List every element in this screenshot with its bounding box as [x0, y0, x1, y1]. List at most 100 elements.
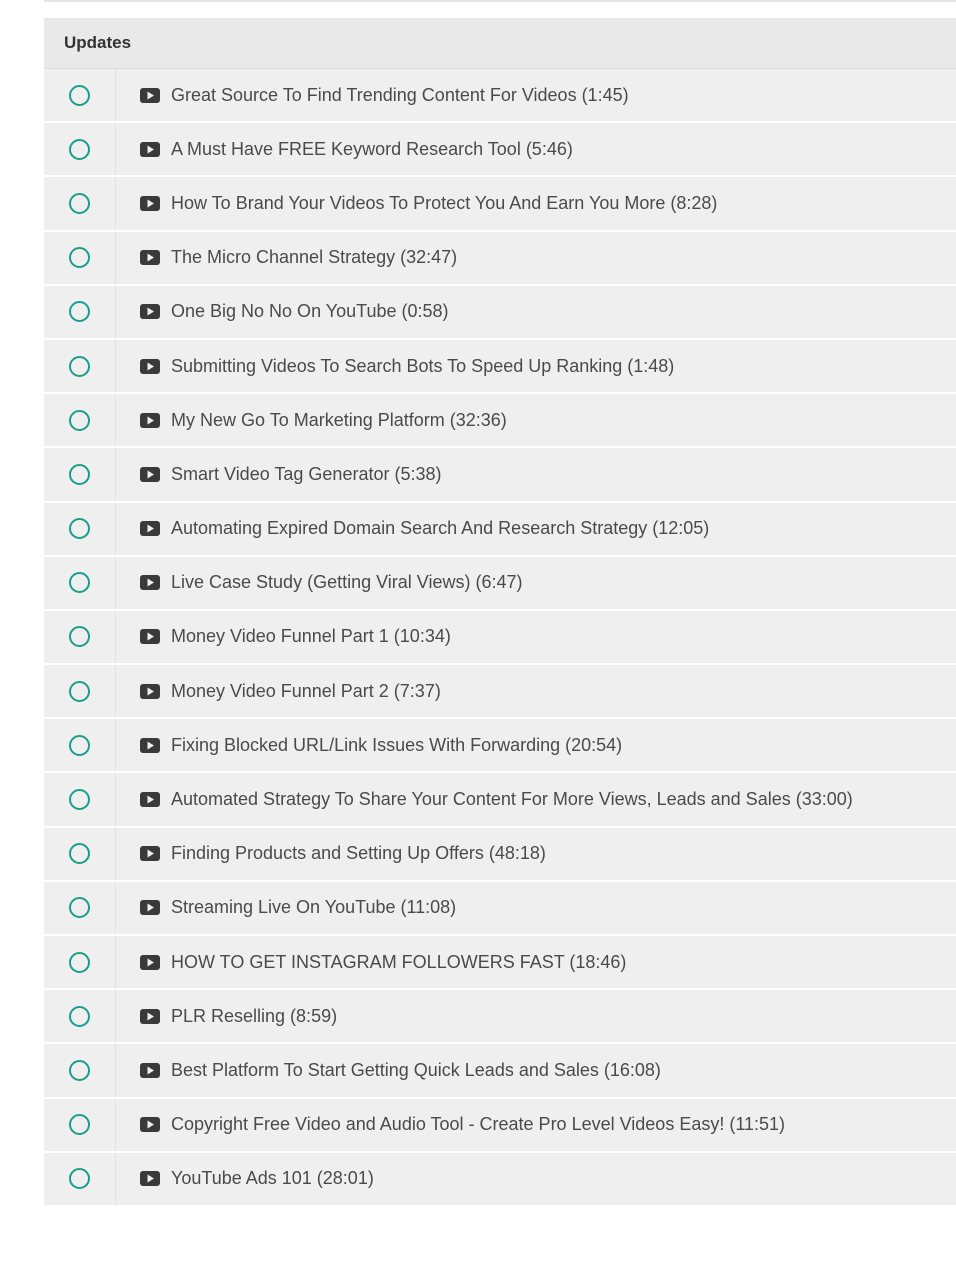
lecture-item[interactable]: My New Go To Marketing Platform (32:36) [44, 394, 956, 449]
incomplete-circle-icon[interactable] [69, 572, 90, 594]
lecture-link[interactable]: My New Go To Marketing Platform (32:36) [116, 410, 507, 431]
incomplete-circle-icon[interactable] [69, 301, 90, 323]
lecture-link[interactable]: Money Video Funnel Part 2 (7:37) [116, 681, 441, 702]
lecture-title[interactable]: Great Source To Find Trending Content Fo… [171, 85, 629, 106]
lecture-link[interactable]: One Big No No On YouTube (0:58) [116, 301, 449, 322]
lecture-item[interactable]: Copyright Free Video and Audio Tool - Cr… [44, 1098, 956, 1153]
lecture-item[interactable]: Smart Video Tag Generator (5:38) [44, 448, 956, 503]
lecture-title[interactable]: How To Brand Your Videos To Protect You … [171, 193, 717, 214]
lecture-title[interactable]: Live Case Study (Getting Viral Views) (6… [171, 572, 523, 593]
completion-status[interactable] [44, 285, 116, 338]
incomplete-circle-icon[interactable] [69, 897, 90, 919]
lecture-link[interactable]: Money Video Funnel Part 1 (10:34) [116, 626, 451, 647]
lecture-title[interactable]: Automating Expired Domain Search And Res… [171, 518, 709, 539]
lecture-link[interactable]: Finding Products and Setting Up Offers (… [116, 843, 546, 864]
lecture-link[interactable]: How To Brand Your Videos To Protect You … [116, 193, 717, 214]
lecture-title[interactable]: The Micro Channel Strategy (32:47) [171, 247, 457, 268]
lecture-link[interactable]: A Must Have FREE Keyword Research Tool (… [116, 139, 573, 160]
lecture-item[interactable]: The Micro Channel Strategy (32:47) [44, 231, 956, 286]
completion-status[interactable] [44, 719, 116, 772]
lecture-title[interactable]: Copyright Free Video and Audio Tool - Cr… [171, 1114, 785, 1135]
lecture-item[interactable]: Submitting Videos To Search Bots To Spee… [44, 339, 956, 395]
lecture-link[interactable]: Live Case Study (Getting Viral Views) (6… [116, 572, 523, 593]
completion-status[interactable] [44, 665, 116, 718]
lecture-title[interactable]: Smart Video Tag Generator (5:38) [171, 464, 441, 485]
lecture-item[interactable]: Finding Products and Setting Up Offers (… [44, 827, 956, 882]
incomplete-circle-icon[interactable] [69, 843, 90, 865]
lecture-link[interactable]: Submitting Videos To Search Bots To Spee… [116, 356, 674, 377]
lecture-title[interactable]: Automated Strategy To Share Your Content… [171, 789, 853, 810]
lecture-title[interactable]: Best Platform To Start Getting Quick Lea… [171, 1060, 661, 1081]
completion-status[interactable] [44, 610, 116, 664]
completion-status[interactable] [44, 1098, 116, 1151]
incomplete-circle-icon[interactable] [69, 247, 90, 269]
lecture-link[interactable]: Fixing Blocked URL/Link Issues With Forw… [116, 735, 622, 756]
lecture-item[interactable]: Live Case Study (Getting Viral Views) (6… [44, 556, 956, 611]
completion-status[interactable] [44, 394, 116, 447]
lecture-link[interactable]: HOW TO GET INSTAGRAM FOLLOWERS FAST (18:… [116, 952, 626, 973]
incomplete-circle-icon[interactable] [69, 1005, 90, 1027]
completion-status[interactable] [44, 69, 116, 122]
lecture-title[interactable]: Streaming Live On YouTube (11:08) [171, 897, 456, 918]
incomplete-circle-icon[interactable] [69, 734, 90, 756]
lecture-link[interactable]: Best Platform To Start Getting Quick Lea… [116, 1060, 661, 1081]
lecture-title[interactable]: One Big No No On YouTube (0:58) [171, 301, 449, 322]
incomplete-circle-icon[interactable] [69, 463, 90, 485]
completion-status[interactable] [44, 827, 116, 880]
incomplete-circle-icon[interactable] [69, 1059, 90, 1081]
lecture-link[interactable]: YouTube Ads 101 (28:01) [116, 1168, 374, 1189]
lecture-item[interactable]: YouTube Ads 101 (28:01) [44, 1152, 956, 1207]
completion-status[interactable] [44, 502, 116, 555]
lecture-item[interactable]: PLR Reselling (8:59) [44, 990, 956, 1045]
incomplete-circle-icon[interactable] [69, 951, 90, 973]
lecture-title[interactable]: HOW TO GET INSTAGRAM FOLLOWERS FAST (18:… [171, 952, 626, 973]
lecture-title[interactable]: Money Video Funnel Part 1 (10:34) [171, 626, 451, 647]
lecture-item[interactable]: Automating Expired Domain Search And Res… [44, 502, 956, 557]
lecture-link[interactable]: Great Source To Find Trending Content Fo… [116, 85, 629, 106]
incomplete-circle-icon[interactable] [69, 789, 90, 811]
lecture-title[interactable]: Money Video Funnel Part 2 (7:37) [171, 681, 441, 702]
lecture-title[interactable]: Finding Products and Setting Up Offers (… [171, 843, 546, 864]
lecture-item[interactable]: One Big No No On YouTube (0:58) [44, 285, 956, 340]
lecture-item[interactable]: Streaming Live On YouTube (11:08) [44, 881, 956, 936]
completion-status[interactable] [44, 448, 116, 501]
incomplete-circle-icon[interactable] [69, 138, 90, 160]
incomplete-circle-icon[interactable] [69, 680, 90, 702]
lecture-title[interactable]: YouTube Ads 101 (28:01) [171, 1168, 374, 1189]
completion-status[interactable] [44, 936, 116, 989]
lecture-title[interactable]: PLR Reselling (8:59) [171, 1006, 337, 1027]
lecture-item[interactable]: Great Source To Find Trending Content Fo… [44, 69, 956, 124]
lecture-item[interactable]: Best Platform To Start Getting Quick Lea… [44, 1044, 956, 1099]
lecture-title[interactable]: My New Go To Marketing Platform (32:36) [171, 410, 507, 431]
completion-status[interactable] [44, 123, 116, 176]
incomplete-circle-icon[interactable] [69, 1114, 90, 1136]
completion-status[interactable] [44, 881, 116, 934]
incomplete-circle-icon[interactable] [69, 518, 90, 540]
lecture-title[interactable]: A Must Have FREE Keyword Research Tool (… [171, 139, 573, 160]
completion-status[interactable] [44, 990, 116, 1043]
lecture-item[interactable]: HOW TO GET INSTAGRAM FOLLOWERS FAST (18:… [44, 936, 956, 991]
completion-status[interactable] [44, 177, 116, 230]
completion-status[interactable] [44, 1044, 116, 1097]
incomplete-circle-icon[interactable] [69, 1168, 90, 1190]
incomplete-circle-icon[interactable] [69, 192, 90, 214]
lecture-item[interactable]: A Must Have FREE Keyword Research Tool (… [44, 123, 956, 178]
lecture-link[interactable]: Copyright Free Video and Audio Tool - Cr… [116, 1114, 785, 1135]
lecture-item[interactable]: Money Video Funnel Part 1 (10:34) [44, 610, 956, 666]
lecture-link[interactable]: Automating Expired Domain Search And Res… [116, 518, 709, 539]
incomplete-circle-icon[interactable] [69, 409, 90, 431]
lecture-link[interactable]: The Micro Channel Strategy (32:47) [116, 247, 457, 268]
lecture-title[interactable]: Submitting Videos To Search Bots To Spee… [171, 356, 674, 377]
completion-status[interactable] [44, 1152, 116, 1205]
completion-status[interactable] [44, 556, 116, 609]
lecture-item[interactable]: Automated Strategy To Share Your Content… [44, 773, 956, 828]
lecture-link[interactable]: Smart Video Tag Generator (5:38) [116, 464, 441, 485]
lecture-item[interactable]: How To Brand Your Videos To Protect You … [44, 177, 956, 232]
lecture-item[interactable]: Money Video Funnel Part 2 (7:37) [44, 665, 956, 720]
incomplete-circle-icon[interactable] [69, 355, 90, 377]
incomplete-circle-icon[interactable] [69, 84, 90, 106]
lecture-link[interactable]: Streaming Live On YouTube (11:08) [116, 897, 456, 918]
lecture-link[interactable]: PLR Reselling (8:59) [116, 1006, 337, 1027]
incomplete-circle-icon[interactable] [69, 626, 90, 648]
completion-status[interactable] [44, 339, 116, 393]
